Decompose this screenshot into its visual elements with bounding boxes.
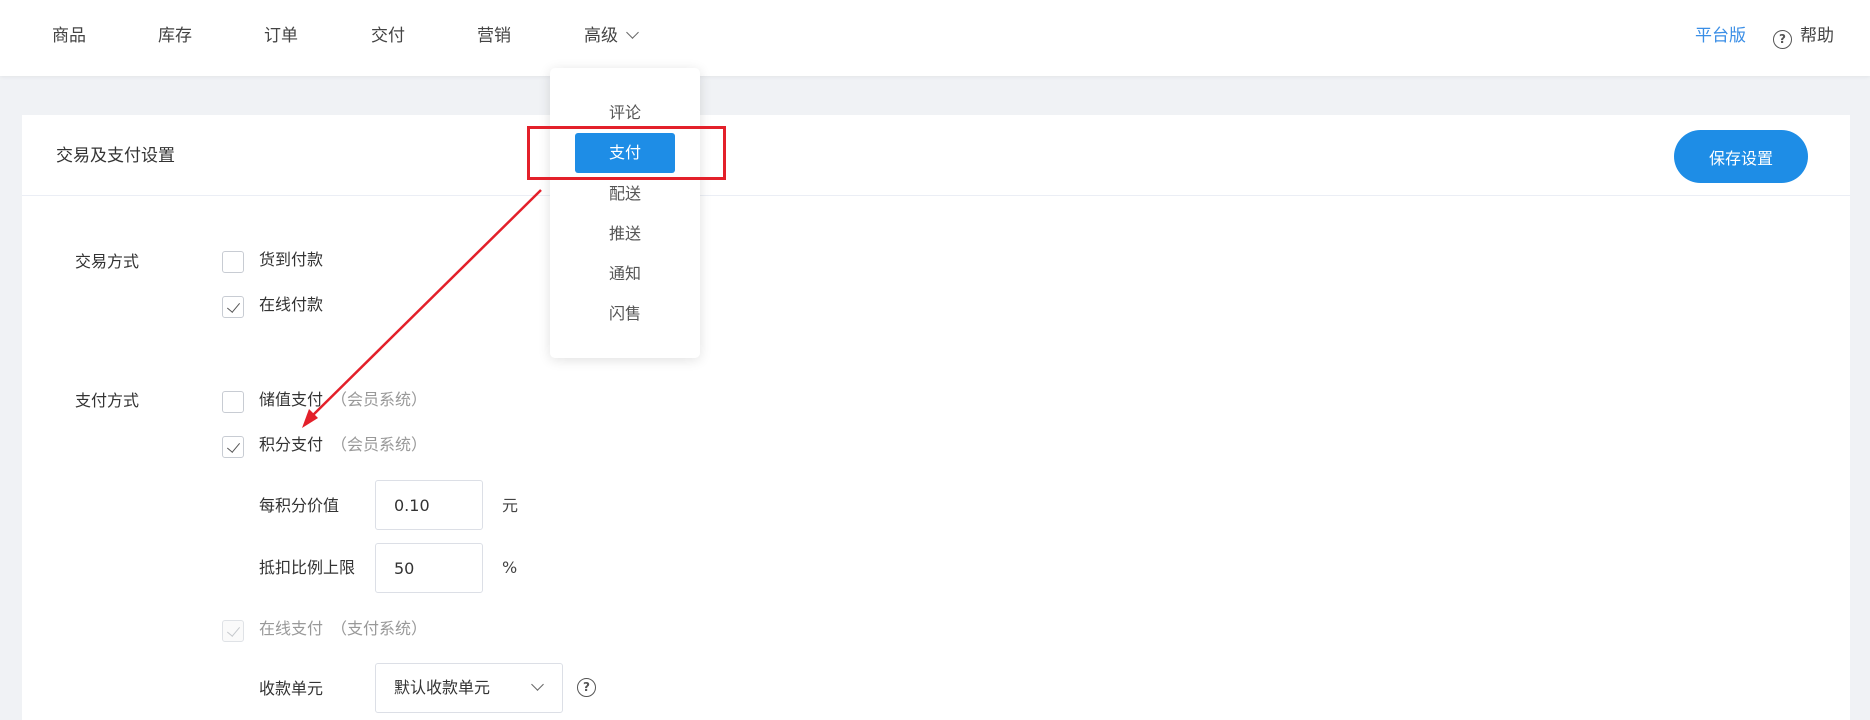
question-icon[interactable]: ? (577, 678, 596, 697)
card-header: 交易及支付设置 保存设置 (22, 115, 1850, 196)
help-label: 帮助 (1800, 26, 1834, 46)
cod-checkbox[interactable] (222, 251, 244, 273)
deduct-limit-label: 抵扣比例上限 (259, 558, 356, 577)
online-pay-label: 在线付款 (259, 295, 324, 314)
nav-item-advanced[interactable]: 高级 (584, 24, 639, 48)
save-settings-button[interactable]: 保存设置 (1674, 130, 1808, 183)
deduct-limit-input[interactable] (375, 543, 483, 593)
points-pay-option: 积分支付 （会员系统） (259, 434, 427, 456)
question-icon: ? (1773, 30, 1792, 49)
points-pay-checkbox[interactable] (222, 436, 244, 458)
online-payment-note: （支付系统） (331, 619, 428, 638)
chevron-down-icon (626, 26, 639, 39)
page-title: 交易及支付设置 (56, 146, 175, 166)
nav-item-marketing[interactable]: 营销 (477, 24, 511, 48)
online-payment-label: 在线支付 (259, 619, 324, 638)
points-value-label: 每积分价值 (259, 496, 340, 515)
receiving-unit-value: 默认收款单元 (394, 678, 491, 697)
trade-method-label: 交易方式 (75, 252, 140, 271)
points-value-unit: 元 (502, 496, 519, 515)
annotation-highlight-box (527, 126, 726, 180)
dropdown-item-notify[interactable]: 通知 (550, 263, 700, 285)
points-value-input[interactable] (375, 480, 483, 530)
nav-advanced-label: 高级 (584, 26, 618, 46)
dropdown-item-comments[interactable]: 评论 (550, 102, 700, 124)
deduct-limit-unit: % (502, 558, 518, 577)
nav-item-delivery[interactable]: 交付 (371, 24, 405, 48)
nav-item-products[interactable]: 商品 (52, 24, 86, 48)
platform-link[interactable]: 平台版 (1695, 24, 1746, 48)
stored-value-label: 储值支付 (259, 390, 324, 409)
stored-value-option: 储值支付 （会员系统） (259, 389, 427, 411)
points-pay-label: 积分支付 (259, 435, 324, 454)
nav-item-inventory[interactable]: 库存 (158, 24, 192, 48)
top-nav: 商品 库存 订单 交付 营销 高级 平台版 ? 帮助 (0, 0, 1870, 76)
dropdown-item-shipping[interactable]: 配送 (550, 183, 700, 205)
stored-value-note: （会员系统） (331, 390, 428, 409)
points-pay-note: （会员系统） (331, 435, 428, 454)
dropdown-item-push[interactable]: 推送 (550, 223, 700, 245)
chevron-down-icon (531, 678, 544, 691)
online-pay-checkbox[interactable] (222, 296, 244, 318)
receiving-unit-label: 收款单元 (259, 679, 324, 698)
advanced-dropdown-menu: 评论 支付 配送 推送 通知 闪售 (550, 68, 700, 358)
help-link[interactable]: ? 帮助 (1773, 24, 1834, 49)
settings-card: 交易及支付设置 保存设置 交易方式 货到付款 在线付款 支付方式 储值支付 （会员… (22, 115, 1850, 720)
dropdown-item-flash-sale[interactable]: 闪售 (550, 303, 700, 325)
nav-item-orders[interactable]: 订单 (264, 24, 298, 48)
stored-value-checkbox[interactable] (222, 391, 244, 413)
online-payment-option: 在线支付 （支付系统） (259, 618, 427, 640)
cod-label: 货到付款 (259, 250, 324, 269)
receiving-unit-select[interactable]: 默认收款单元 (375, 663, 563, 713)
payment-method-label: 支付方式 (75, 391, 140, 410)
online-payment-checkbox (222, 620, 244, 642)
